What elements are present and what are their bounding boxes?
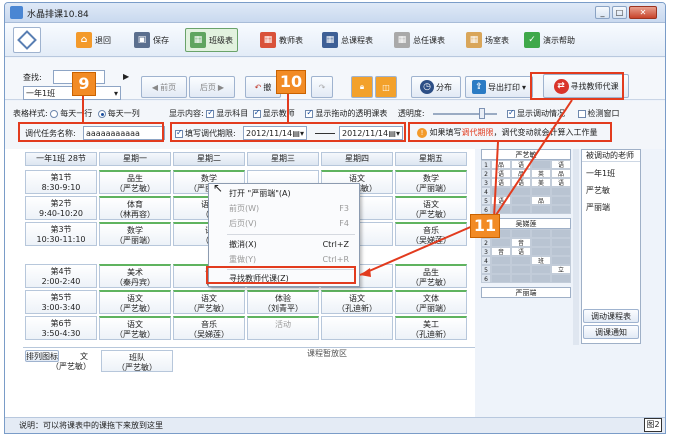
arrow-11b <box>493 99 573 219</box>
arrow-11c <box>493 141 499 219</box>
callout-9: 9 <box>72 72 96 96</box>
callout-11: 11 <box>470 214 500 238</box>
arrow-11a <box>359 221 483 276</box>
arrowhead <box>360 268 371 277</box>
callout-10: 10 <box>276 70 306 94</box>
figure-tag: 图2 <box>644 418 662 432</box>
callout-arrows <box>82 92 573 277</box>
